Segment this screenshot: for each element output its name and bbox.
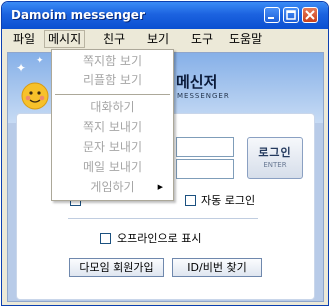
menu-item-send-sms[interactable]: 문자 보내기 bbox=[52, 138, 173, 156]
menu-item-send-mail[interactable]: 메일 보내기 bbox=[52, 158, 173, 176]
messenger-window: Damoim messenger 파일 메시지 친구 보기 도구 도움말 ✦ ✦… bbox=[1, 1, 329, 306]
title-bar[interactable]: Damoim messenger bbox=[2, 2, 328, 29]
offline-label: 오프라인으로 표시 bbox=[117, 232, 202, 245]
menu-bar: 파일 메시지 친구 보기 도구 도움말 bbox=[2, 29, 328, 49]
window-title: Damoim messenger bbox=[11, 8, 145, 22]
minimize-icon bbox=[268, 17, 274, 19]
submenu-arrow-icon: ▶ bbox=[157, 183, 163, 191]
brand-subtitle: MESSENGER bbox=[177, 92, 230, 100]
maximize-icon bbox=[286, 10, 296, 20]
menu-tools[interactable]: 도구 bbox=[188, 31, 216, 47]
find-id-button[interactable]: ID/비번 찾기 bbox=[172, 258, 262, 277]
sparkle-icon: ✦ bbox=[36, 56, 44, 66]
menu-item-play-game-label: 게임하기 bbox=[90, 180, 135, 194]
divider bbox=[68, 218, 258, 219]
menu-message[interactable]: 메시지 bbox=[43, 30, 86, 48]
join-button[interactable]: 다모임 회원가입 bbox=[69, 258, 164, 277]
id-field[interactable] bbox=[176, 137, 234, 157]
login-button[interactable]: 로그인 ENTER bbox=[247, 137, 303, 179]
menu-item-chat[interactable]: 대화하기 bbox=[52, 98, 173, 116]
menu-item-replies[interactable]: 리플함 보기 bbox=[52, 71, 173, 89]
password-field[interactable] bbox=[176, 159, 234, 179]
menu-item-play-game[interactable]: 게임하기 ▶ bbox=[52, 178, 173, 196]
offline-checkbox[interactable] bbox=[100, 233, 111, 244]
login-button-sub: ENTER bbox=[263, 161, 287, 169]
auto-login-checkbox[interactable] bbox=[185, 195, 196, 206]
close-icon bbox=[305, 10, 315, 20]
message-menu-dropdown: 쪽지함 보기 리플함 보기 대화하기 쪽지 보내기 문자 보내기 메일 보내기 … bbox=[51, 49, 174, 201]
maximize-button[interactable] bbox=[283, 7, 299, 23]
close-button[interactable] bbox=[302, 7, 318, 23]
menu-friends[interactable]: 친구 bbox=[100, 31, 128, 47]
menu-item-inbox[interactable]: 쪽지함 보기 bbox=[52, 52, 173, 70]
login-button-label: 로그인 bbox=[258, 146, 292, 159]
menu-item-send-note[interactable]: 쪽지 보내기 bbox=[52, 118, 173, 136]
brand-title: 메신저 bbox=[176, 73, 218, 91]
menu-file[interactable]: 파일 bbox=[10, 31, 38, 47]
auto-login-label: 자동 로그인 bbox=[201, 194, 256, 207]
menu-view[interactable]: 보기 bbox=[144, 31, 172, 47]
smiley-logo-icon bbox=[21, 82, 49, 110]
sparkle-icon: ✦ bbox=[16, 61, 27, 75]
minimize-button[interactable] bbox=[264, 7, 280, 23]
menu-help[interactable]: 도움말 bbox=[226, 31, 265, 47]
menu-separator bbox=[55, 94, 170, 95]
